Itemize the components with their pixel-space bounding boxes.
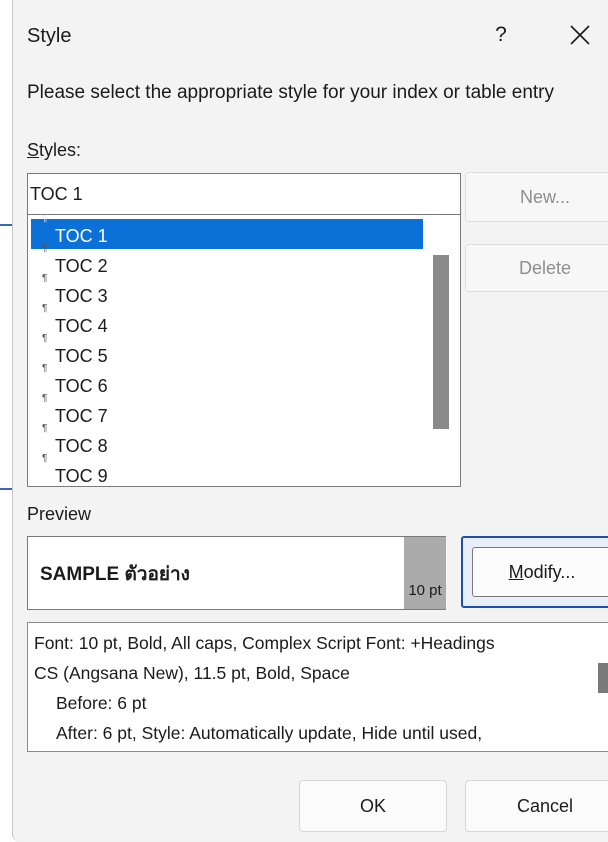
- modify-accesskey: M: [508, 562, 524, 582]
- paragraph-style-icon: ¶: [42, 453, 48, 464]
- style-list-item[interactable]: ¶ TOC 3: [31, 273, 423, 309]
- style-list-item[interactable]: ¶ TOC 4: [31, 303, 423, 339]
- paragraph-style-icon: ¶: [42, 243, 48, 254]
- style-list-item-label: TOC 1: [55, 226, 108, 246]
- paragraph-style-icon: ¶: [42, 303, 48, 314]
- style-list-item[interactable]: ¶ TOC 7: [31, 393, 423, 429]
- modify-label: odify...: [523, 562, 576, 582]
- style-list-item-label: TOC 8: [55, 436, 108, 456]
- description-line: After: 6 pt, Style: Automatically update…: [56, 723, 483, 743]
- ok-button[interactable]: OK: [299, 780, 447, 832]
- styles-listbox[interactable]: ¶ TOC 1 ¶ TOC 2 ¶ TOC 3 ¶ TOC 4 ¶ TOC 5 ¶ TOC 6 ¶ TOC…: [27, 215, 461, 487]
- instruction-text: Please select the appropriate style for …: [27, 82, 555, 103]
- modify-button[interactable]: Modify...: [472, 547, 608, 597]
- title-bar: Style ?: [13, 0, 608, 70]
- paragraph-style-icon: ¶: [42, 333, 48, 344]
- style-list-item-label: TOC 9: [55, 466, 108, 486]
- style-list-item-label: TOC 3: [55, 286, 108, 306]
- style-list-item[interactable]: ¶ TOC 1: [31, 215, 423, 249]
- preview-sample-text: SAMPLE ตัวอย่าง: [40, 564, 190, 585]
- description-scrollbar-thumb[interactable]: [598, 663, 608, 693]
- style-list-item[interactable]: ¶ TOC 6: [31, 363, 423, 399]
- style-list-item[interactable]: ¶ TOC 2: [31, 243, 423, 279]
- close-button[interactable]: [557, 16, 603, 54]
- description-line: Before: 6 pt: [56, 693, 147, 713]
- style-description-box[interactable]: Font: 10 pt, Bold, All caps, Complex Scr…: [27, 622, 608, 752]
- styles-label-text: tyles:: [39, 140, 82, 160]
- dialog-title: Style: [27, 25, 72, 47]
- paragraph-style-icon: ¶: [42, 273, 48, 284]
- styles-label-accesskey: S: [27, 140, 40, 160]
- preview-size-panel: 10 pt: [404, 537, 446, 609]
- style-list-item-label: TOC 2: [55, 256, 108, 276]
- paragraph-style-icon: ¶: [42, 423, 48, 434]
- style-list-item-label: TOC 6: [55, 376, 108, 396]
- description-line: Font: 10 pt, Bold, All caps, Complex Scr…: [34, 633, 495, 653]
- paragraph-style-icon: ¶: [42, 393, 48, 404]
- styles-list-scrollbar-thumb[interactable]: [433, 255, 449, 429]
- new-style-button[interactable]: New...: [465, 172, 608, 222]
- paragraph-style-icon: ¶: [42, 363, 48, 374]
- paragraph-style-icon: ¶: [42, 215, 48, 224]
- style-name-input[interactable]: TOC 1: [27, 173, 461, 215]
- preview-box: SAMPLE ตัวอย่าง 10 pt: [27, 536, 446, 610]
- style-list-item[interactable]: ¶ TOC 9: [31, 453, 423, 486]
- help-button[interactable]: ?: [479, 18, 523, 52]
- preview-font-size: 10 pt: [408, 582, 442, 599]
- style-list-item[interactable]: ¶ TOC 5: [31, 333, 423, 369]
- description-line: CS (Angsana New), 11.5 pt, Bold, Space: [34, 663, 350, 683]
- preview-label: Preview: [27, 504, 92, 524]
- styles-label: Styles:: [27, 140, 81, 161]
- style-list-item[interactable]: ¶ TOC 8: [31, 423, 423, 459]
- style-list-item-label: TOC 5: [55, 346, 108, 366]
- close-icon: [570, 25, 590, 45]
- style-dialog: Style ? Please select the appropriate st…: [12, 0, 608, 842]
- delete-style-button[interactable]: Delete: [465, 244, 608, 292]
- style-list-item-label: TOC 4: [55, 316, 108, 336]
- style-list-item-label: TOC 7: [55, 406, 108, 426]
- cancel-button[interactable]: Cancel: [465, 780, 608, 832]
